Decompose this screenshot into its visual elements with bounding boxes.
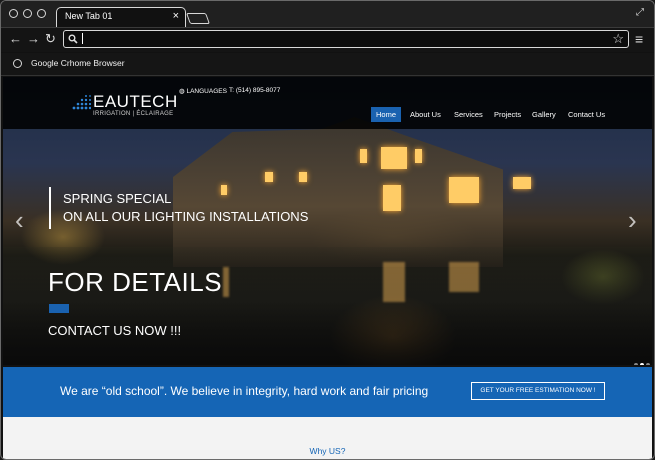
tab-title: New Tab 01	[65, 11, 113, 21]
window-light	[381, 147, 407, 169]
window-light	[449, 177, 479, 203]
nav-gallery[interactable]: Gallery	[527, 107, 561, 122]
slider-prev-icon[interactable]: ‹	[15, 207, 24, 233]
reload-icon[interactable]: ↻	[45, 31, 56, 47]
nav-about-us[interactable]: About Us	[405, 107, 446, 122]
site-logo[interactable]: EAUTECH IRRIGATION | ÉCLAIRAGE	[71, 89, 181, 129]
browser-tab[interactable]: New Tab 01 ×	[56, 7, 186, 27]
expand-icon[interactable]: ⤢	[636, 7, 644, 18]
window-light	[265, 172, 273, 182]
nav-contact-us[interactable]: Contact Us	[563, 107, 610, 122]
close-window-button[interactable]	[9, 9, 18, 18]
nav-projects[interactable]: Projects	[489, 107, 526, 122]
promo-line-1: SPRING SPECIAL	[63, 191, 172, 206]
languages-label: LANGUAGES	[186, 88, 227, 95]
window-light	[513, 177, 531, 189]
site-header: EAUTECH IRRIGATION | ÉCLAIRAGE ◍ LANGUAG…	[3, 77, 652, 129]
tab-close-icon[interactable]: ×	[173, 9, 179, 23]
window-light	[299, 172, 307, 182]
forward-arrow-icon[interactable]: →	[27, 31, 40, 47]
hero-contact-link[interactable]: CONTACT US NOW !!!	[48, 323, 181, 338]
slider-dots	[632, 354, 650, 365]
hero-slider: EAUTECH IRRIGATION | ÉCLAIRAGE ◍ LANGUAG…	[3, 77, 652, 365]
promo-accent-bar	[49, 187, 51, 229]
window-light	[360, 149, 367, 163]
slider-dot[interactable]	[646, 363, 650, 365]
new-tab-button[interactable]	[185, 13, 211, 24]
light-reflection	[383, 262, 405, 302]
menu-icon[interactable]: ≡	[635, 31, 643, 47]
text-caret	[82, 33, 83, 44]
light-reflection	[449, 262, 479, 292]
bookmarks-bar: Google Crhome Browser	[1, 53, 654, 76]
slider-dot-active[interactable]	[640, 363, 644, 365]
nav-home[interactable]: Home	[371, 107, 402, 122]
window-light	[415, 149, 422, 163]
back-arrow-icon[interactable]: ←	[9, 31, 22, 47]
logo-tagline: IRRIGATION | ÉCLAIRAGE	[93, 111, 174, 117]
phone-number[interactable]: T: (514) 895-8077	[229, 87, 280, 94]
hero-accent-dash	[49, 304, 69, 313]
why-us-section: Why US?	[3, 417, 652, 459]
cta-band: We are “old school”. We believe in integ…	[3, 367, 652, 421]
bookmark-item[interactable]: Google Crhome Browser	[31, 58, 125, 68]
minimize-window-button[interactable]	[23, 9, 32, 18]
pond-reflection	[3, 247, 652, 365]
maximize-window-button[interactable]	[37, 9, 46, 18]
slider-dot[interactable]	[634, 363, 638, 365]
free-estimation-button[interactable]: GET YOUR FREE ESTIMATION NOW !	[471, 382, 605, 400]
window-light	[221, 185, 227, 195]
slider-next-icon[interactable]: ›	[628, 207, 637, 233]
globe-icon: ◍	[179, 88, 185, 95]
logo-icon	[72, 95, 91, 110]
cta-text: We are “old school”. We believe in integ…	[60, 384, 429, 398]
nav-services[interactable]: Services	[449, 107, 488, 122]
languages-link[interactable]: ◍ LANGUAGES	[179, 87, 227, 95]
address-bar[interactable]: ☆	[63, 30, 629, 48]
promo-line-2: ON ALL OUR LIGHTING INSTALLATIONS	[63, 209, 309, 224]
browser-toolbar: ← → ↻ ☆ ≡	[1, 28, 654, 52]
star-icon[interactable]: ☆	[612, 31, 624, 46]
why-us-title: Why US?	[309, 446, 346, 456]
hero-headline: FOR DETAILS	[48, 267, 223, 297]
browser-window: New Tab 01 × ⤢ ← → ↻ ☆ ≡ Google Crhome B…	[0, 0, 655, 460]
window-light	[383, 185, 401, 211]
title-bar: New Tab 01 × ⤢	[1, 1, 654, 28]
search-icon	[68, 34, 78, 44]
bookmark-icon	[13, 59, 22, 68]
light-reflection	[223, 267, 229, 297]
logo-name: EAUTECH	[93, 92, 178, 111]
